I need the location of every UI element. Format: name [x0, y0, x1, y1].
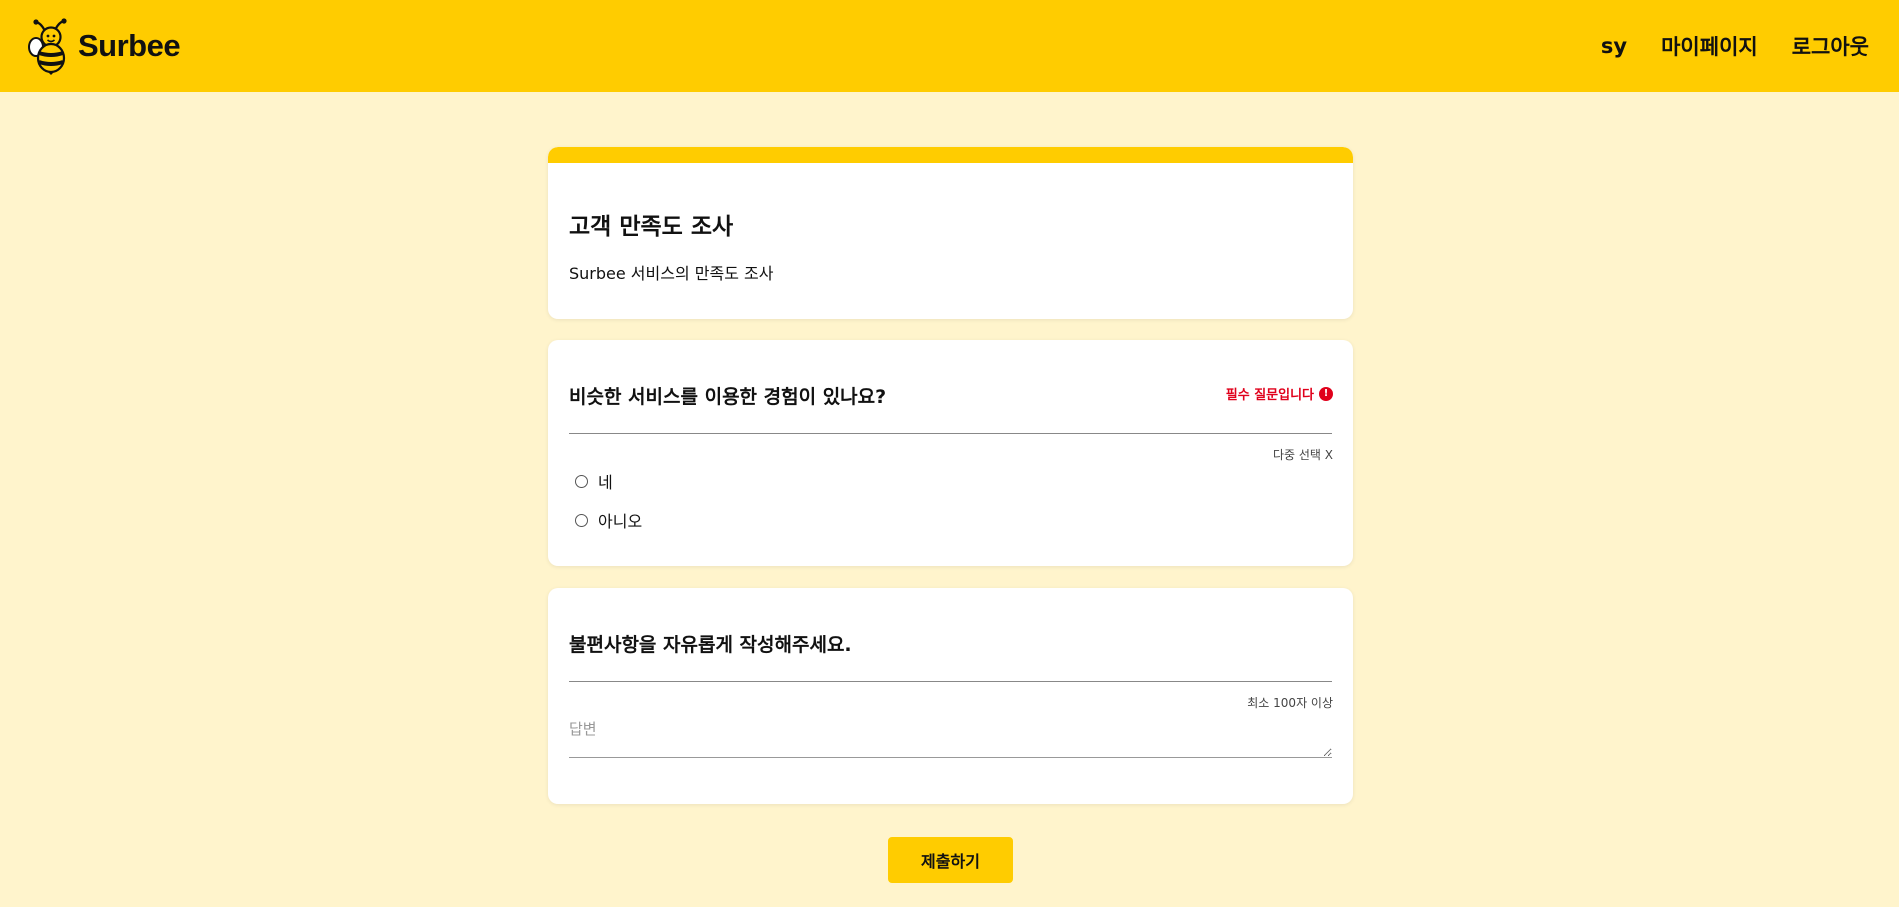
option-label: 아니오 — [598, 512, 643, 531]
required-indicator: 필수 질문입니다 ! — [1226, 384, 1333, 403]
survey-title-card: 고객 만족도 조사 Surbee 서비스의 만족도 조사 — [548, 147, 1353, 319]
question-hint: 최소 100자 이상 — [1247, 696, 1333, 710]
option-no[interactable]: 아니오 — [575, 508, 642, 532]
nav-mypage[interactable]: 마이페이지 — [1661, 31, 1758, 61]
required-label: 필수 질문입니다 — [1225, 388, 1314, 403]
question-title: 불편사항을 자유롭게 작성해주세요. — [569, 634, 852, 656]
question-hint: 다중 선택 X — [1272, 448, 1333, 462]
radio-button[interactable] — [575, 474, 588, 488]
question-card-1: 비슷한 서비스를 이용한 경험이 있나요? 필수 질문입니다 ! 다중 선택 X… — [548, 340, 1353, 566]
bee-icon — [28, 18, 67, 75]
survey-title: 고객 만족도 조사 — [569, 214, 734, 240]
submit-button[interactable]: 제출하기 — [888, 837, 1013, 883]
question-divider — [569, 433, 1332, 434]
logo-text: Surbee — [78, 28, 181, 63]
survey-description: Surbee 서비스의 만족도 조사 — [569, 264, 774, 283]
option-yes[interactable]: 네 — [575, 469, 613, 493]
question-card-2: 불편사항을 자유롭게 작성해주세요. 최소 100자 이상 — [548, 588, 1353, 804]
answer-textarea[interactable] — [569, 714, 1332, 758]
nav-logout[interactable]: 로그아웃 — [1792, 31, 1869, 61]
radio-button[interactable] — [575, 513, 588, 527]
logo[interactable]: Surbee — [28, 17, 181, 75]
top-nav: sy 마이페이지 로그아웃 — [1567, 0, 1869, 92]
question-divider — [569, 681, 1332, 682]
nav-user[interactable]: sy — [1601, 34, 1627, 58]
card-accent-bar — [548, 147, 1353, 163]
top-header: Surbee sy 마이페이지 로그아웃 — [0, 0, 1899, 92]
alert-icon: ! — [1319, 386, 1333, 401]
question-title: 비슷한 서비스를 이용한 경험이 있나요? — [569, 386, 887, 408]
option-label: 네 — [598, 473, 613, 492]
